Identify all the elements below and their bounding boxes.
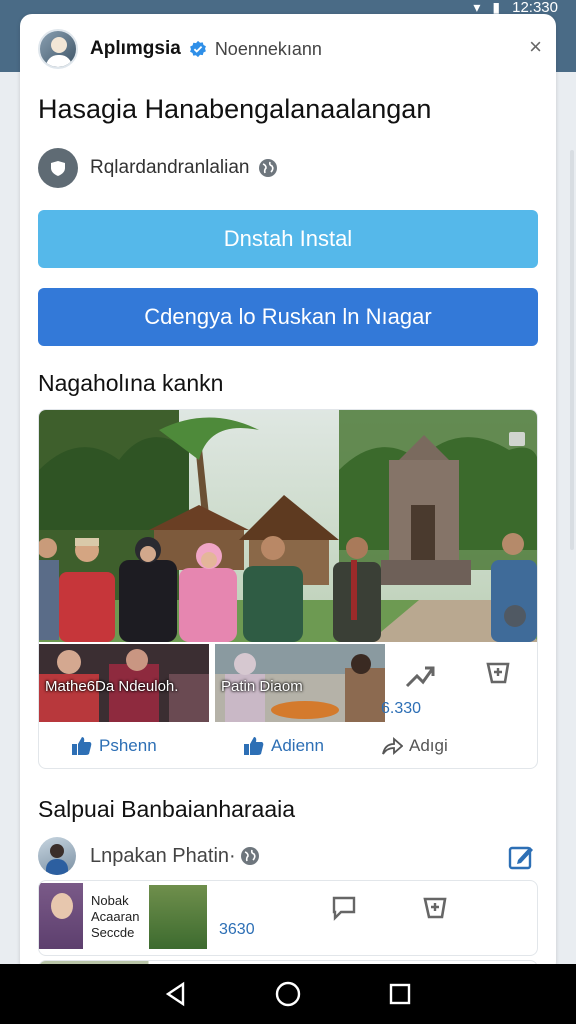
thumbnail-2-label: Patin Diaom	[221, 678, 303, 695]
back-triangle-icon	[165, 981, 185, 1007]
close-button[interactable]: ×	[529, 36, 542, 58]
recents-button[interactable]	[384, 978, 416, 1010]
system-nav-bar	[0, 964, 576, 1024]
globe-icon	[240, 847, 259, 865]
report-icon[interactable]	[421, 895, 449, 921]
feed-post-2[interactable]: Nobak Acaaran Seccde 3630	[38, 880, 538, 956]
location-text: Rqlardandranlalian	[90, 157, 250, 178]
location-row[interactable]: Rqlardandranlalian	[38, 148, 278, 188]
comment-label: Adienn	[271, 736, 324, 755]
like-icon	[72, 737, 92, 755]
post2-count: 3630	[219, 921, 255, 938]
comment-button[interactable]: Adienn	[243, 736, 324, 756]
dialog-card: Aplımgsia Noennekıann × Hasagia Hanabeng…	[20, 14, 556, 974]
view-count: 6.330	[381, 700, 422, 717]
thumbnail-1-label: Mathe6Da Ndeuloh.	[45, 678, 179, 695]
home-circle-icon	[275, 981, 301, 1007]
share-label: Adıgi	[409, 736, 448, 755]
like-button[interactable]: Pshenn	[71, 736, 157, 756]
app-avatar[interactable]	[38, 29, 78, 69]
author-row[interactable]: Lnpakan Phatin·	[38, 836, 538, 876]
status-icons: ▾ ▮ 12:330	[473, 0, 558, 16]
village-scene-image[interactable]	[39, 410, 538, 642]
like-label: Pshenn	[99, 736, 157, 755]
author-name: Lnpakan Phatin·	[90, 844, 236, 867]
post2-text: Nobak Acaaran Seccde	[91, 893, 139, 941]
post2-image-2[interactable]	[149, 885, 207, 949]
back-button[interactable]	[160, 978, 192, 1010]
thumbnail-2[interactable]: Patin Diaom	[215, 644, 385, 722]
recents-square-icon	[389, 983, 411, 1005]
thumbnail-strip: Mathe6Da Ndeuloh. Patin Diaom 6.330	[39, 644, 537, 724]
feed-post[interactable]: Mathe6Da Ndeuloh. Patin Diaom 6.330 Pshe…	[38, 409, 538, 769]
globe-icon	[258, 159, 277, 177]
edit-icon[interactable]	[508, 844, 534, 870]
like-icon	[244, 737, 264, 755]
post2-text-line: Acaaran	[91, 909, 140, 924]
comment-icon[interactable]	[331, 895, 357, 921]
page-title: Hasagia Hanabengalanaalangan	[38, 94, 432, 124]
location-icon	[38, 148, 78, 188]
report-icon[interactable]	[483, 660, 513, 688]
app-name[interactable]: Aplımgsia	[90, 38, 181, 60]
scrollbar[interactable]	[570, 150, 574, 550]
dialog-header: Aplımgsia Noennekıann	[38, 28, 322, 70]
verified-badge-icon	[189, 40, 206, 58]
share-icon[interactable]	[403, 662, 435, 690]
header-subtitle: Noennekıann	[214, 38, 322, 59]
post2-text-line: Nobak	[91, 893, 129, 908]
post-actions: Pshenn Adienn Adıgi	[39, 728, 537, 768]
post2-text-line: Seccde	[91, 925, 135, 940]
section-heading-2: Salpuai Banbaianharaaia	[38, 796, 296, 822]
author-avatar[interactable]	[38, 837, 76, 875]
share-button[interactable]: Adıgi	[381, 736, 448, 756]
section-heading: Nagaholına kankn	[38, 370, 224, 396]
home-button[interactable]	[272, 978, 304, 1010]
secondary-action-button[interactable]: Cdengya lo Ruskan ln Nıagar	[38, 288, 538, 346]
share-arrow-icon	[382, 737, 403, 755]
install-button[interactable]: Dnstah Instal	[38, 210, 538, 268]
thumbnail-1[interactable]: Mathe6Da Ndeuloh.	[39, 644, 209, 722]
post2-image-1[interactable]	[39, 883, 83, 949]
